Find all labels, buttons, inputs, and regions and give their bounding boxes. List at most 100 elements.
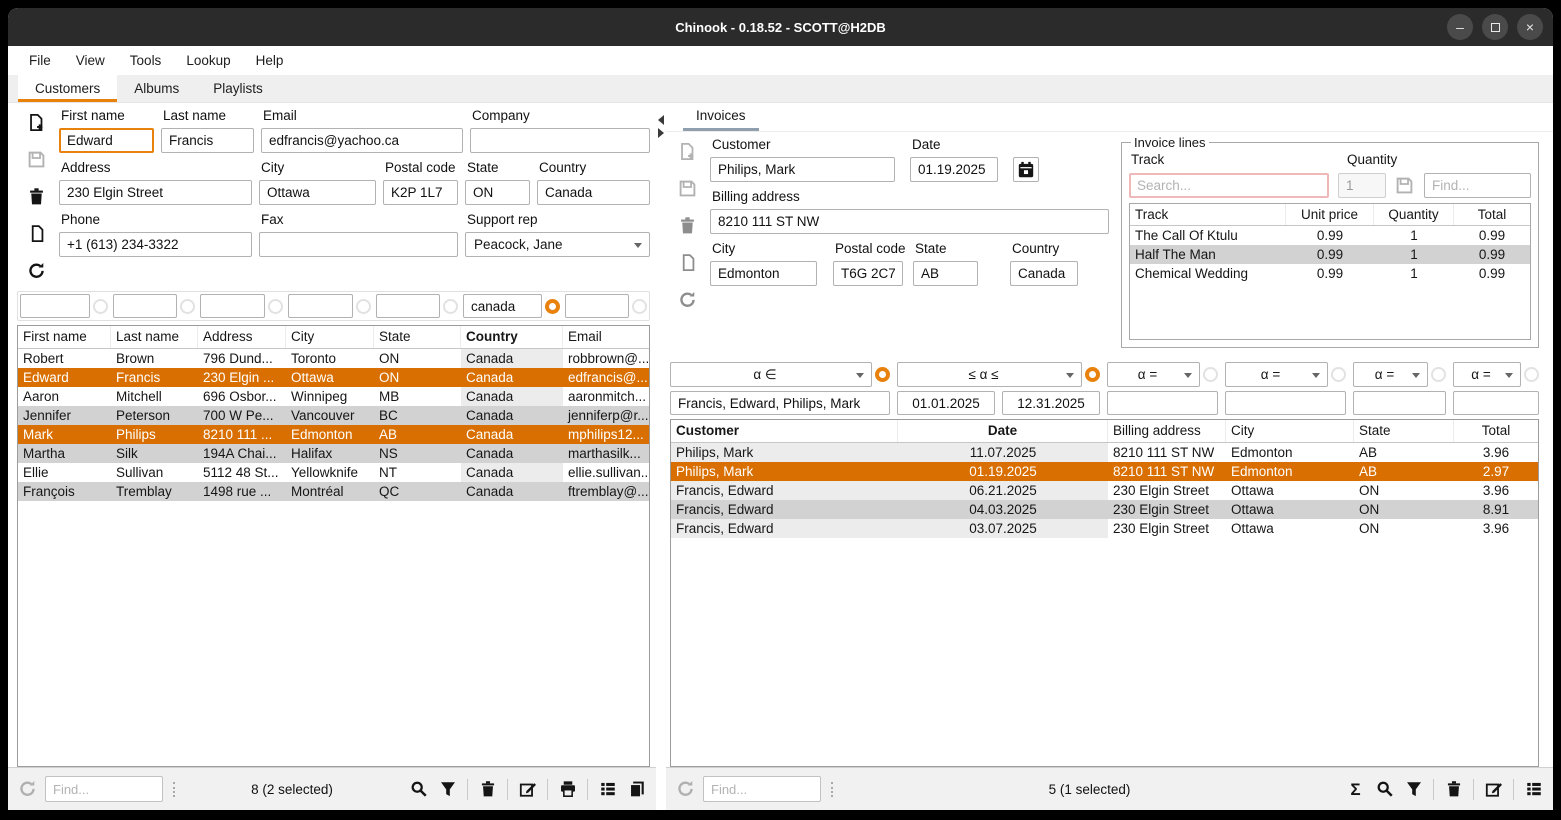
- table-row[interactable]: Philips, Mark11.07.20258210 111 ST NWEdm…: [671, 443, 1538, 462]
- tab-customers[interactable]: Customers: [18, 75, 117, 102]
- filter-toggle[interactable]: [443, 299, 458, 314]
- date-field[interactable]: [910, 157, 998, 182]
- company-field[interactable]: [470, 128, 650, 153]
- filter-toggle[interactable]: [180, 299, 195, 314]
- calendar-button[interactable]: [1013, 157, 1039, 182]
- date-to-filter-value[interactable]: [1002, 391, 1100, 415]
- menu-help[interactable]: Help: [256, 53, 284, 68]
- track-search-input[interactable]: [1129, 173, 1329, 198]
- customer-filter-value[interactable]: [670, 391, 890, 415]
- table-row[interactable]: Chemical Wedding0.9910.99: [1130, 264, 1530, 283]
- table-row[interactable]: Francis, Edward06.21.2025230 Elgin Stree…: [671, 481, 1538, 500]
- total-filter-operator[interactable]: α =: [1453, 362, 1521, 387]
- column-header[interactable]: Billing address: [1108, 420, 1226, 442]
- filter-icon[interactable]: [1404, 780, 1423, 799]
- date-from-filter-value[interactable]: [897, 391, 995, 415]
- table-row[interactable]: MarthaSilk194A Chai...HalifaxNSCanadamar…: [18, 444, 649, 463]
- column-header[interactable]: Address: [198, 326, 286, 348]
- filter-city[interactable]: [288, 294, 353, 318]
- filter-first-name[interactable]: [20, 294, 90, 318]
- sigma-icon[interactable]: Σ: [1346, 780, 1365, 799]
- column-header[interactable]: State: [1354, 420, 1454, 442]
- state-filter-operator[interactable]: α =: [1353, 362, 1428, 387]
- delete-icon[interactable]: [676, 214, 698, 236]
- filter-toggle[interactable]: [1431, 367, 1446, 382]
- filter-toggle[interactable]: [268, 299, 283, 314]
- address-field[interactable]: [59, 180, 252, 205]
- billing-filter-operator[interactable]: α =: [1107, 362, 1200, 387]
- add-record-icon[interactable]: [676, 140, 698, 162]
- column-header[interactable]: City: [286, 326, 374, 348]
- save-icon[interactable]: [676, 177, 698, 199]
- list-icon[interactable]: [598, 780, 617, 799]
- table-row[interactable]: AaronMitchell696 Osbor...WinnipegMBCanad…: [18, 387, 649, 406]
- print-icon[interactable]: [558, 780, 577, 799]
- close-button[interactable]: ×: [1517, 14, 1543, 40]
- table-row[interactable]: EllieSullivan5112 48 St...YellowknifeNTC…: [18, 463, 649, 482]
- find-input[interactable]: [703, 776, 821, 802]
- menu-file[interactable]: File: [29, 53, 51, 68]
- table-row[interactable]: JenniferPeterson700 W Pe...VancouverBCCa…: [18, 406, 649, 425]
- refresh-icon[interactable]: [676, 779, 696, 799]
- phone-field[interactable]: [59, 232, 252, 257]
- support-rep-dropdown[interactable]: Peacock, Jane: [465, 232, 650, 257]
- customer-filter-operator[interactable]: α ∈: [670, 362, 872, 387]
- column-header-customer[interactable]: Customer: [671, 420, 898, 442]
- table-row[interactable]: Francis, Edward03.07.2025230 Elgin Stree…: [671, 519, 1538, 538]
- city-field[interactable]: [259, 180, 376, 205]
- last-name-field[interactable]: [161, 128, 254, 153]
- add-record-icon[interactable]: [25, 111, 47, 133]
- filter-toggle-active[interactable]: [875, 367, 890, 382]
- column-header-date[interactable]: Date: [898, 420, 1108, 442]
- column-header[interactable]: Last name: [111, 326, 198, 348]
- table-row-selected[interactable]: MarkPhilips8210 111 ...EdmontonABCanadam…: [18, 425, 649, 444]
- state-filter-value[interactable]: [1353, 391, 1446, 415]
- column-header[interactable]: Unit price: [1286, 204, 1374, 225]
- postal-code-field[interactable]: [383, 180, 458, 205]
- lines-find-input[interactable]: [1424, 173, 1531, 198]
- column-header[interactable]: Track: [1130, 204, 1286, 225]
- collapse-left-icon[interactable]: [658, 115, 664, 125]
- edit-icon[interactable]: [1484, 780, 1503, 799]
- refresh-icon[interactable]: [25, 259, 47, 281]
- search-icon[interactable]: [409, 780, 428, 799]
- find-input[interactable]: [45, 776, 163, 802]
- column-header-country[interactable]: Country: [461, 326, 563, 348]
- grip-handle[interactable]: [173, 782, 175, 797]
- grip-handle[interactable]: [831, 782, 833, 797]
- filter-toggle[interactable]: [1203, 367, 1218, 382]
- filter-last-name[interactable]: [113, 294, 177, 318]
- edit-icon[interactable]: [518, 780, 537, 799]
- tab-playlists[interactable]: Playlists: [196, 75, 280, 102]
- tab-invoices[interactable]: Invoices: [683, 103, 759, 131]
- total-filter-value[interactable]: [1453, 391, 1539, 415]
- filter-toggle[interactable]: [632, 299, 647, 314]
- filter-email[interactable]: [565, 294, 629, 318]
- email-field[interactable]: [261, 128, 463, 153]
- delete-icon[interactable]: [1444, 780, 1463, 799]
- column-header[interactable]: First name: [18, 326, 111, 348]
- column-header[interactable]: Email: [563, 326, 649, 348]
- city-filter-operator[interactable]: α =: [1225, 362, 1328, 387]
- customer-field[interactable]: [710, 157, 895, 182]
- filter-toggle[interactable]: [1524, 367, 1539, 382]
- table-row[interactable]: Francis, Edward04.03.2025230 Elgin Stree…: [671, 500, 1538, 519]
- table-row-selected[interactable]: Philips, Mark01.19.20258210 111 ST NWEdm…: [671, 462, 1538, 481]
- duplicate-icon[interactable]: [676, 251, 698, 273]
- filter-address[interactable]: [200, 294, 265, 318]
- filter-country[interactable]: [463, 294, 542, 318]
- country-field[interactable]: [537, 180, 650, 205]
- menu-lookup[interactable]: Lookup: [186, 53, 230, 68]
- city-filter-value[interactable]: [1225, 391, 1346, 415]
- tab-albums[interactable]: Albums: [117, 75, 196, 102]
- menu-tools[interactable]: Tools: [130, 53, 162, 68]
- filter-state[interactable]: [376, 294, 440, 318]
- billing-address-field[interactable]: [710, 209, 1109, 234]
- search-icon[interactable]: [1375, 780, 1394, 799]
- quantity-field[interactable]: [1338, 173, 1386, 198]
- filter-toggle[interactable]: [356, 299, 371, 314]
- filter-toggle-active[interactable]: [545, 299, 560, 314]
- country-field[interactable]: [1010, 261, 1078, 286]
- refresh-icon[interactable]: [18, 779, 38, 799]
- filter-toggle-active[interactable]: [1085, 367, 1100, 382]
